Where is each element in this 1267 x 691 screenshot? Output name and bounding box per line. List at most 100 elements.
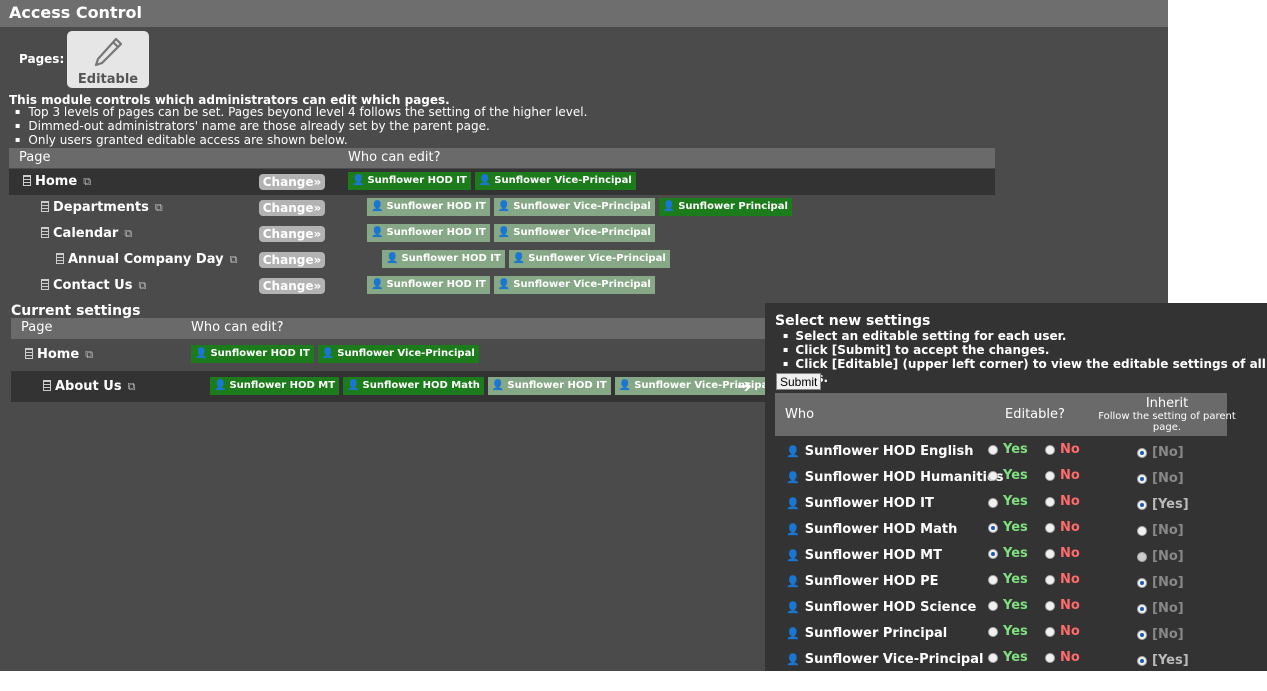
settings-row: 👤 Sunflower Principal Yes No [No] <box>775 621 1227 647</box>
user-icon: 👤 <box>786 497 800 510</box>
editor-tags: 👤 Sunflower HOD MT 👤 Sunflower HOD Math 👤 Sun… <box>210 377 780 395</box>
editable-yes-radio[interactable] <box>988 445 998 455</box>
page-name[interactable]: Calendar ⧉ <box>41 226 132 241</box>
user-icon: 👤 <box>786 523 800 536</box>
editable-no-radio[interactable] <box>1045 549 1055 559</box>
page-name[interactable]: Departments ⧉ <box>41 200 163 215</box>
col-inherit: Inherit Follow the setting of parent pag… <box>1097 396 1237 433</box>
user-icon: 👤 <box>214 380 227 391</box>
no-label: No <box>1060 650 1080 665</box>
user-icon: 👤 <box>512 253 526 264</box>
inherit-radio[interactable] <box>1137 604 1147 614</box>
inherit-radio[interactable] <box>1137 500 1147 510</box>
page-row-annual-company-day: Annual Company Day ⧉ Change» 👤 Sunflower H… <box>9 247 995 273</box>
editable-no-radio[interactable] <box>1045 497 1055 507</box>
page-icon <box>25 348 33 359</box>
editable-no-radio[interactable] <box>1045 653 1055 663</box>
editor-tag: 👤 Sunflower HOD IT <box>348 172 471 190</box>
editable-yes-radio[interactable] <box>988 653 998 663</box>
editable-yes-radio[interactable] <box>988 498 998 508</box>
external-link-icon[interactable]: ⧉ <box>155 201 163 214</box>
editable-yes-radio[interactable] <box>988 627 998 637</box>
current-row-home: Home ⧉ 👤 Sunflower HOD IT 👤 Sunflower Vice-P… <box>11 342 765 368</box>
new-settings-panel: Select new settings Select an editable s… <box>765 303 1267 671</box>
col-inherit-subtitle: Follow the setting of parent page. <box>1098 411 1236 433</box>
submit-button[interactable]: Submit <box>776 373 822 390</box>
inherit-radio[interactable] <box>1137 552 1147 562</box>
page-icon <box>23 175 31 186</box>
editor-tag: 👤 Sunflower HOD IT <box>382 250 505 268</box>
no-label: No <box>1060 468 1080 483</box>
editable-yes-radio[interactable] <box>988 575 998 585</box>
editor-tag-label: Sunflower HOD MT <box>229 380 336 391</box>
editable-no-radio[interactable] <box>1045 627 1055 637</box>
yes-label: Yes <box>1003 442 1028 457</box>
editable-no-radio[interactable] <box>1045 523 1055 533</box>
editable-yes-radio[interactable] <box>988 471 998 481</box>
page-name-text: Calendar <box>53 226 119 241</box>
inherit-radio[interactable] <box>1137 578 1147 588</box>
external-link-icon[interactable]: ⧉ <box>138 279 146 292</box>
editor-tag-label: Sunflower Vice-Principal <box>513 201 651 212</box>
editable-no-radio[interactable] <box>1045 445 1055 455</box>
intro-bullet: Dimmed-out administrators' name are thos… <box>15 120 587 134</box>
external-link-icon[interactable]: ⧉ <box>230 253 238 266</box>
user-name: 👤 Sunflower Principal <box>786 626 947 641</box>
col-inherit-title: Inherit <box>1145 396 1189 411</box>
external-link-icon[interactable]: ⧉ <box>85 348 93 361</box>
page-name[interactable]: Annual Company Day ⧉ <box>56 252 237 267</box>
editor-tag: 👤 Sunflower HOD IT <box>367 224 490 242</box>
editor-tag: 👤 Sunflower HOD Math <box>343 377 484 395</box>
user-icon: 👤 <box>618 380 632 391</box>
instruction-bullet: Click [Submit] to accept the changes. <box>783 344 1267 358</box>
page-name-text: Departments <box>53 200 149 215</box>
pencil-icon <box>94 37 123 67</box>
page-row-contact-us: Contact Us ⧉ Change» 👤 Sunflower HOD IT 👤 Su… <box>9 273 995 299</box>
external-link-icon[interactable]: ⧉ <box>83 175 91 188</box>
editable-no-radio[interactable] <box>1045 601 1055 611</box>
user-icon: 👤 <box>786 575 800 588</box>
external-link-icon[interactable]: ⧉ <box>128 380 136 393</box>
editor-tag-label: Sunflower Vice-Principal <box>528 253 666 264</box>
editable-yes-radio[interactable] <box>988 549 998 559</box>
editor-tags: 👤 Sunflower HOD IT 👤 Sunflower Vice-Princip… <box>367 198 796 216</box>
editor-tag-label: Sunflower HOD IT <box>367 175 467 186</box>
settings-row: 👤 Sunflower HOD Humanities Yes No [No] <box>775 465 1227 491</box>
page-name-text: Home <box>37 347 80 362</box>
page-name[interactable]: Contact Us ⧉ <box>41 278 146 293</box>
inherit-radio[interactable] <box>1137 448 1147 458</box>
user-icon: 👤 <box>786 627 800 640</box>
editable-no-radio[interactable] <box>1045 471 1055 481</box>
editable-yes-radio[interactable] <box>988 523 998 533</box>
user-name: 👤 Sunflower Vice-Principal <box>786 652 983 667</box>
change-button[interactable]: Change» <box>259 174 325 190</box>
change-button[interactable]: Change» <box>259 226 325 242</box>
editor-tag-label: Sunflower HOD IT <box>507 380 607 391</box>
page-name[interactable]: Home ⧉ <box>23 174 91 189</box>
change-button[interactable]: Change» <box>259 278 325 294</box>
editor-tags: 👤 Sunflower HOD IT 👤 Sunflower Vice-Princip… <box>382 250 674 268</box>
inherit-radio[interactable] <box>1137 526 1147 536</box>
inherit-radio[interactable] <box>1137 630 1147 640</box>
user-icon: 👤 <box>386 253 399 264</box>
no-label: No <box>1060 442 1080 457</box>
inherit-value: [No] <box>1152 445 1184 460</box>
editable-yes-radio[interactable] <box>988 601 998 611</box>
inherit-radio[interactable] <box>1137 474 1147 484</box>
editable-no-radio[interactable] <box>1045 575 1055 585</box>
editor-tag: 👤 Sunflower Vice-Principal <box>317 345 479 363</box>
user-name-text: Sunflower HOD English <box>804 444 974 459</box>
page-name[interactable]: Home ⧉ <box>25 347 93 362</box>
user-icon: 👤 <box>662 201 676 212</box>
change-button[interactable]: Change» <box>259 252 325 268</box>
editable-button[interactable]: Editable <box>67 31 149 88</box>
change-button[interactable]: Change» <box>259 200 325 216</box>
external-link-icon[interactable]: ⧉ <box>124 227 132 240</box>
user-icon: 👤 <box>347 380 360 391</box>
yes-label: Yes <box>1003 520 1028 535</box>
inherit-radio[interactable] <box>1137 656 1147 666</box>
page-name[interactable]: About Us ⧉ <box>43 379 135 394</box>
user-name: 👤 Sunflower HOD IT <box>786 496 934 511</box>
editor-tag: 👤 Sunflower HOD MT <box>210 377 340 395</box>
col-who: Who can edit? <box>191 320 284 335</box>
